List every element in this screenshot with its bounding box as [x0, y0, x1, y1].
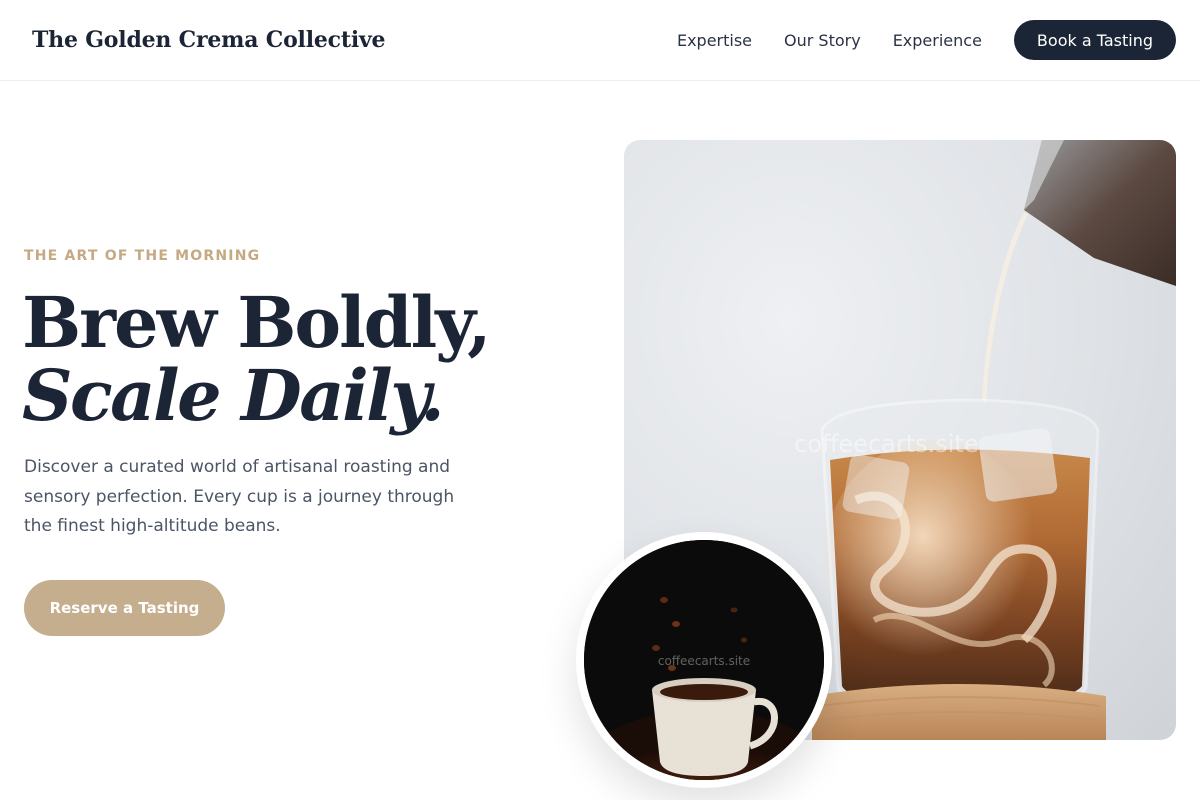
book-tasting-button[interactable]: Book a Tasting	[1013, 20, 1176, 60]
nav-link-experience[interactable]: Experience	[893, 31, 982, 50]
hero-headline: Brew Boldly, Scale Daily.	[22, 286, 582, 432]
brand-logo[interactable]: The Golden Crema Collective	[32, 27, 386, 53]
hero-description: Discover a curated world of artisanal ro…	[24, 457, 455, 536]
circle-image-watermark: coffeecarts.site	[657, 654, 751, 668]
main-nav: Expertise Our Story Experience Book a Ta…	[677, 20, 1176, 60]
nav-link-our-story[interactable]: Our Story	[784, 31, 861, 50]
main-image-watermark: coffeecarts.site	[794, 430, 979, 458]
site-header: The Golden Crema Collective Expertise Ou…	[0, 0, 1200, 81]
nav-link-expertise[interactable]: Expertise	[677, 31, 752, 50]
hero-eyebrow: THE ART OF THE MORNING	[24, 248, 261, 264]
coffee-cup-photo: coffeecarts.site	[584, 540, 824, 780]
coffee-cup-circle-image: coffeecarts.site	[576, 532, 832, 788]
headline-line-1: Brew Boldly,	[22, 281, 492, 364]
headline-line-2: Scale Daily.	[22, 354, 445, 437]
reserve-tasting-button[interactable]: Reserve a Tasting	[24, 580, 225, 636]
